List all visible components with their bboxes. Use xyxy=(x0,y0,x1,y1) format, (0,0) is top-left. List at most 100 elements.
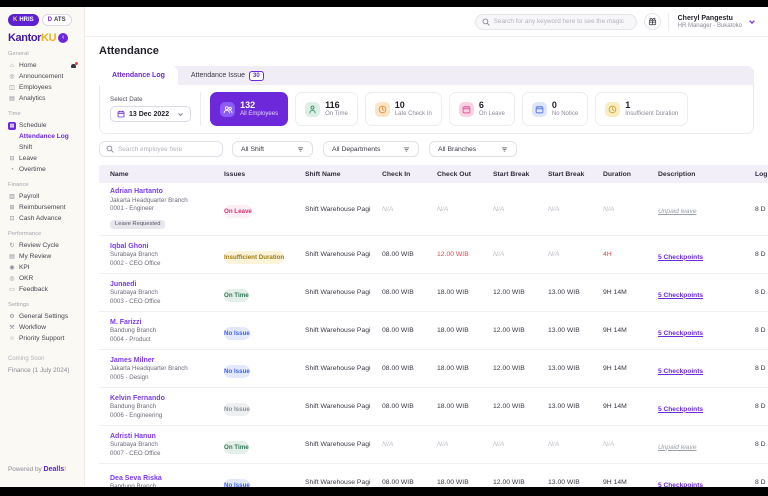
stat-card-all-employees[interactable]: 132All Employees xyxy=(210,92,288,126)
issue-cell: On Time xyxy=(224,436,305,454)
filter-dropdown-all-shift[interactable]: All Shift xyxy=(232,141,313,157)
table-row: Adristi HanunSurabaya Branch0007 - CEO O… xyxy=(99,426,768,464)
stat-card-late-check-in[interactable]: 10Late Check In xyxy=(365,92,442,126)
log-cell: 8 D xyxy=(755,251,768,258)
employee-name-link[interactable]: Iqbal Ghoni xyxy=(110,243,216,250)
employee-position: 0003 - CEO Office xyxy=(110,298,216,305)
sidebar-item-home[interactable]: ⌂Home xyxy=(8,60,77,71)
duration-clock-icon xyxy=(605,102,620,117)
filter-icon xyxy=(501,146,508,153)
log-cell: 8 D xyxy=(755,403,768,410)
sidebar-item-payroll[interactable]: ▥Payroll xyxy=(8,191,77,202)
stat-card-on-leave[interactable]: 6On Leave xyxy=(449,92,515,126)
checkpoints-link[interactable]: 5 Checkpoints xyxy=(658,330,703,337)
check-out-cell: 18.00 WIB xyxy=(437,365,493,372)
employee-name-link[interactable]: Adristi Hanun xyxy=(110,433,216,440)
column-header-start-break: Start Break xyxy=(548,171,603,178)
issue-badge: No Issue xyxy=(224,479,250,488)
description-cell: 5 Checkpoints xyxy=(658,322,755,340)
employee-name-link[interactable]: Dea Seva Riska xyxy=(110,475,216,482)
sidebar-item-employees[interactable]: ◫Employees xyxy=(8,82,77,93)
sidebar-item-label: Feedback xyxy=(19,286,48,293)
start-break-cell: 12.00 WIB xyxy=(493,403,548,410)
tab-attendance-issue[interactable]: Attendance Issue30 xyxy=(178,66,277,85)
employee-name-link[interactable]: James Milner xyxy=(110,357,216,364)
log-cell: 8 D xyxy=(755,365,768,372)
filter-row: All Shift All Departments All Branches xyxy=(99,141,754,157)
leave-requested-badge: Leave Requested xyxy=(110,220,165,229)
stat-text: 0No Notice xyxy=(552,101,578,118)
product-pill-hris[interactable]: K HRIS xyxy=(8,14,39,26)
search-icon xyxy=(482,18,490,26)
cash-advance-icon: ⊡ xyxy=(8,215,16,222)
duration-cell: N/A xyxy=(603,206,658,213)
sidebar-item-priority-support[interactable]: ☆Priority Support xyxy=(8,333,77,344)
sidebar-item-feedback[interactable]: ▭Feedback xyxy=(8,284,77,295)
sidebar-item-okr[interactable]: ◎OKR xyxy=(8,273,77,284)
gift-button[interactable] xyxy=(644,13,661,30)
check-in-cell: 08.00 WIB xyxy=(382,251,437,258)
filter-dropdowns: All Shift All Departments All Branches xyxy=(232,141,517,157)
sidebar-item-my-review[interactable]: ▤My Review xyxy=(8,251,77,262)
checkpoints-link[interactable]: 5 Checkpoints xyxy=(658,482,703,488)
employee-name-link[interactable]: Kelvin Fernando xyxy=(110,395,216,402)
global-search[interactable] xyxy=(475,14,637,30)
filter-icon xyxy=(403,146,410,153)
app-window: K HRIS D ATS KantorKU ‹ General⌂Home◎Ann… xyxy=(0,7,768,487)
stat-card-no-notice[interactable]: 0No Notice xyxy=(522,92,588,126)
employee-cell: JunaediSurabaya Branch0003 - CEO Office xyxy=(99,276,224,310)
sidebar-item-workflow[interactable]: ⚒Workflow xyxy=(8,322,77,333)
employee-branch: Jakarta Headquarter Branch xyxy=(110,365,216,372)
user-menu[interactable]: Cheryl Pangestu HR Manager - Bukatoko xyxy=(668,13,756,31)
description-cell: 5 Checkpoints xyxy=(658,246,755,264)
employee-name-link[interactable]: M. Farizzi xyxy=(110,319,216,326)
employee-name-link[interactable]: Junaedi xyxy=(110,281,216,288)
stat-card-insufficient-duration[interactable]: 1Insufficient Duration xyxy=(595,92,688,126)
sidebar-item-reimbursement[interactable]: ⊞Reimbursement xyxy=(8,202,77,213)
tab-attendance-log[interactable]: Attendance Log xyxy=(99,66,178,85)
column-header-duration: Duration xyxy=(603,171,658,178)
duration-cell: 9H 14M xyxy=(603,327,658,334)
shift-name-cell: Shift Warehouse Pagi xyxy=(305,327,382,334)
column-header-name: Name xyxy=(99,171,224,178)
sidebar-subitem-attendance-log[interactable]: Attendance Log xyxy=(8,131,77,142)
sidebar-item-cash-advance[interactable]: ⊡Cash Advance xyxy=(8,213,77,224)
global-search-input[interactable] xyxy=(494,18,630,25)
checkpoints-link[interactable]: 5 Checkpoints xyxy=(658,292,703,299)
sidebar-subitem-shift[interactable]: Shift xyxy=(8,142,77,153)
sidebar-item-analytics[interactable]: ▤Analytics xyxy=(8,93,77,104)
attendance-table: NameIssuesShift NameCheck InCheck OutSta… xyxy=(99,165,768,487)
unpaid-leave-link[interactable]: Unpaid leave xyxy=(658,444,697,451)
unpaid-leave-link[interactable]: Unpaid leave xyxy=(658,208,697,215)
product-pill-ats[interactable]: D ATS xyxy=(42,14,72,26)
sidebar-item-label: Leave xyxy=(19,155,37,162)
sidebar-item-overtime[interactable]: ◔Overtime xyxy=(8,164,77,175)
sidebar-item-kpi[interactable]: ◉KPI xyxy=(8,262,77,273)
checkpoints-link[interactable]: 5 Checkpoints xyxy=(658,406,703,413)
settings-icon: ⚙ xyxy=(8,313,16,320)
employee-branch: Bandung Branch xyxy=(110,403,216,410)
checkpoints-link[interactable]: 5 Checkpoints xyxy=(658,254,703,261)
employee-name-link[interactable]: Adrian Hartanto xyxy=(110,188,216,195)
shift-name-cell: Shift Warehouse Pagi xyxy=(305,441,382,448)
column-header-log: Log xyxy=(755,171,768,178)
employee-search-input[interactable] xyxy=(118,146,216,153)
employee-cell: James MilnerJakarta Headquarter Branch00… xyxy=(99,352,224,386)
sidebar-collapse-button[interactable]: ‹ xyxy=(58,33,68,43)
sidebar-item-schedule[interactable]: ▦Schedule xyxy=(8,120,77,131)
checkpoints-link[interactable]: 5 Checkpoints xyxy=(658,368,703,375)
issue-cell: No Issue xyxy=(224,360,305,378)
stat-card-on-time[interactable]: 116On Time xyxy=(295,92,358,126)
sidebar-item-general-settings[interactable]: ⚙General Settings xyxy=(8,311,77,322)
sidebar-item-leave[interactable]: ⊟Leave xyxy=(8,153,77,164)
filter-dropdown-label: All Branches xyxy=(438,146,476,153)
filter-dropdown-all-branches[interactable]: All Branches xyxy=(429,141,517,157)
sidebar-item-announcement[interactable]: ◎Announcement xyxy=(8,71,77,82)
employee-cell: M. FarizziBandung Branch0004 - Product xyxy=(99,314,224,348)
employee-search[interactable] xyxy=(99,141,223,157)
sidebar-item-label: Workflow xyxy=(19,324,46,331)
date-picker[interactable]: 13 Dec 2022 xyxy=(110,106,191,122)
filter-dropdown-all-departments[interactable]: All Departments xyxy=(323,141,419,157)
employee-position: 0002 - CEO Office xyxy=(110,260,216,267)
sidebar-item-review-cycle[interactable]: ↻Review Cycle xyxy=(8,240,77,251)
